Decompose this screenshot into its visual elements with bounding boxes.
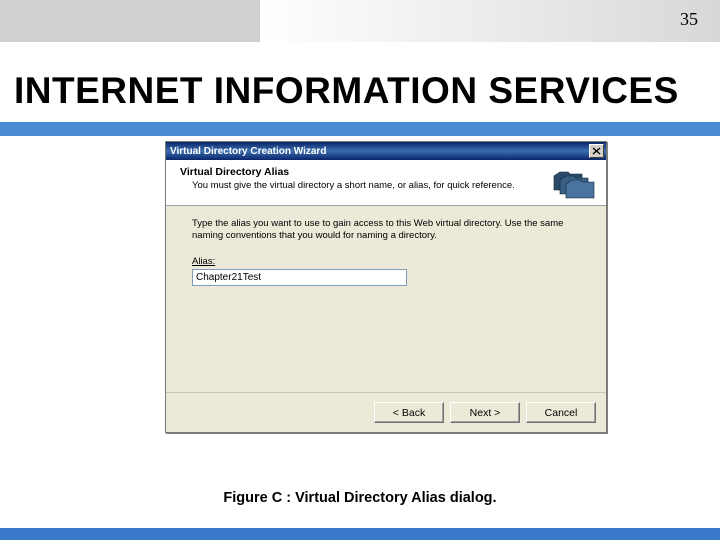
header-panel: Virtual Directory Alias You must give th… bbox=[166, 160, 606, 206]
back-button[interactable]: < Back bbox=[374, 402, 444, 423]
slide-title: INTERNET INFORMATION SERVICES bbox=[14, 70, 720, 112]
body-spacer bbox=[166, 296, 606, 392]
body-instructions: Type the alias you want to use to gain a… bbox=[192, 218, 590, 242]
titlebar-text: Virtual Directory Creation Wizard bbox=[170, 146, 589, 157]
close-icon bbox=[592, 147, 601, 155]
button-row: < Back Next > Cancel bbox=[166, 392, 606, 432]
topbar-left-block bbox=[0, 0, 260, 42]
page-number: 35 bbox=[680, 9, 698, 30]
alias-label: Alias: bbox=[192, 256, 590, 267]
titlebar: Virtual Directory Creation Wizard bbox=[166, 142, 606, 160]
title-underline bbox=[0, 122, 720, 136]
topbar-right-gradient bbox=[260, 0, 720, 42]
alias-input[interactable] bbox=[192, 269, 407, 286]
topbar: 35 bbox=[0, 0, 720, 42]
cancel-button[interactable]: Cancel bbox=[526, 402, 596, 423]
wizard-dialog: Virtual Directory Creation Wizard Virtua… bbox=[165, 141, 607, 433]
figure-caption: Figure C : Virtual Directory Alias dialo… bbox=[0, 490, 720, 506]
header-title: Virtual Directory Alias bbox=[180, 166, 596, 178]
header-subtitle: You must give the virtual directory a sh… bbox=[180, 180, 596, 191]
footer-bar bbox=[0, 528, 720, 540]
folder-stack-icon bbox=[552, 166, 596, 204]
next-button[interactable]: Next > bbox=[450, 402, 520, 423]
body-panel: Type the alias you want to use to gain a… bbox=[166, 206, 606, 296]
close-button[interactable] bbox=[589, 144, 604, 158]
